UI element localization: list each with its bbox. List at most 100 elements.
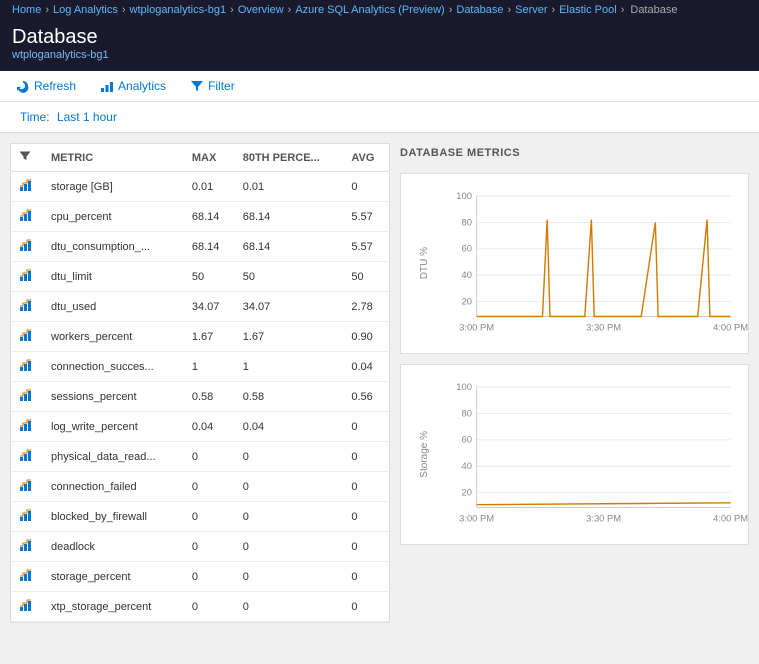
svg-text:3:00 PM: 3:00 PM	[459, 322, 494, 333]
metric-name: storage [GB]	[43, 172, 184, 202]
dtu-y-label-container: DTU %	[409, 182, 439, 345]
breadcrumb-server[interactable]: Server	[515, 4, 547, 16]
metric-80pct: 0.01	[235, 172, 344, 202]
metric-80pct: 0	[235, 502, 344, 532]
metric-max: 68.14	[184, 202, 235, 232]
metric-bar-icon	[19, 327, 35, 343]
svg-text:100: 100	[456, 381, 472, 392]
metric-max: 0	[184, 562, 235, 592]
breadcrumb-overview[interactable]: Overview	[238, 4, 284, 16]
metric-name: workers_percent	[43, 322, 184, 352]
storage-chart-wrapper: Storage % 100 80 60	[409, 373, 740, 536]
metric-name: connection_failed	[43, 472, 184, 502]
metric-avg: 0	[343, 172, 389, 202]
analytics-button[interactable]: Analytics	[96, 77, 170, 95]
table-row[interactable]: dtu_consumption_...68.1468.145.57	[11, 232, 389, 262]
storage-y-label: Storage %	[419, 431, 430, 478]
time-filter-value[interactable]: Last 1 hour	[57, 110, 117, 124]
metric-max: 68.14	[184, 232, 235, 262]
metric-max: 0	[184, 502, 235, 532]
dtu-y-label: DTU %	[419, 247, 430, 279]
table-row[interactable]: dtu_used34.0734.072.78	[11, 292, 389, 322]
refresh-icon	[16, 79, 30, 93]
breadcrumb-home[interactable]: Home	[12, 4, 41, 16]
svg-text:3:30 PM: 3:30 PM	[586, 513, 621, 524]
table-row[interactable]: connection_failed000	[11, 472, 389, 502]
col-header-80pct: 80TH PERCE...	[235, 144, 344, 172]
table-row[interactable]: blocked_by_firewall000	[11, 502, 389, 532]
svg-text:40: 40	[461, 269, 471, 280]
metric-80pct: 50	[235, 262, 344, 292]
metric-avg: 0	[343, 562, 389, 592]
metric-name: cpu_percent	[43, 202, 184, 232]
title-section: Database wtploganalytics-bg1	[0, 20, 759, 71]
metric-80pct: 0	[235, 442, 344, 472]
metric-bar-icon	[19, 507, 35, 523]
breadcrumb-log-analytics[interactable]: Log Analytics	[53, 4, 118, 16]
metric-avg: 5.57	[343, 232, 389, 262]
dtu-chart-svg-container: 100 80 60 40 20 3:00 PM 3:30 PM	[439, 182, 740, 345]
metric-name: storage_percent	[43, 562, 184, 592]
metric-max: 0	[184, 442, 235, 472]
dtu-chart-wrapper: DTU % 100 80 60 40	[409, 182, 740, 345]
top-bar: Home › Log Analytics › wtploganalytics-b…	[0, 0, 759, 20]
metric-name: physical_data_read...	[43, 442, 184, 472]
table-row[interactable]: storage [GB]0.010.010	[11, 172, 389, 202]
table-row[interactable]: xtp_storage_percent000	[11, 592, 389, 622]
metric-80pct: 1.67	[235, 322, 344, 352]
storage-chart-container: Storage % 100 80 60	[400, 364, 749, 545]
svg-text:4:00 PM: 4:00 PM	[713, 513, 748, 524]
metric-max: 1.67	[184, 322, 235, 352]
metric-avg: 50	[343, 262, 389, 292]
metric-80pct: 0	[235, 592, 344, 622]
svg-text:3:30 PM: 3:30 PM	[586, 322, 621, 333]
svg-text:4:00 PM: 4:00 PM	[713, 322, 748, 333]
metric-80pct: 0	[235, 532, 344, 562]
metric-80pct: 0.58	[235, 382, 344, 412]
svg-text:60: 60	[461, 243, 471, 254]
metric-max: 0	[184, 472, 235, 502]
filter-button[interactable]: Filter	[186, 77, 239, 95]
table-row[interactable]: log_write_percent0.040.040	[11, 412, 389, 442]
page-title: Database	[12, 26, 747, 49]
breadcrumb-current: Database	[630, 4, 677, 16]
metric-avg: 0	[343, 532, 389, 562]
table-row[interactable]: workers_percent1.671.670.90	[11, 322, 389, 352]
dtu-chart-container: DTU % 100 80 60 40	[400, 173, 749, 354]
breadcrumb-azure-sql[interactable]: Azure SQL Analytics (Preview)	[295, 4, 444, 16]
breadcrumb-database[interactable]: Database	[456, 4, 503, 16]
col-header-max: MAX	[184, 144, 235, 172]
breadcrumb: Home › Log Analytics › wtploganalytics-b…	[12, 4, 747, 16]
table-row[interactable]: deadlock000	[11, 532, 389, 562]
metric-bar-icon	[19, 357, 35, 373]
table-row[interactable]: storage_percent000	[11, 562, 389, 592]
toolbar: Refresh Analytics Filter	[0, 71, 759, 102]
metric-80pct: 0	[235, 472, 344, 502]
col-header-avg: AVG	[343, 144, 389, 172]
metric-avg: 0.04	[343, 352, 389, 382]
metric-max: 1	[184, 352, 235, 382]
table-row[interactable]: physical_data_read...000	[11, 442, 389, 472]
metric-bar-icon	[19, 297, 35, 313]
table-row[interactable]: cpu_percent68.1468.145.57	[11, 202, 389, 232]
breadcrumb-workspace[interactable]: wtploganalytics-bg1	[130, 4, 227, 16]
table-row[interactable]: sessions_percent0.580.580.56	[11, 382, 389, 412]
metric-max: 50	[184, 262, 235, 292]
time-filter-bar: Time: Last 1 hour	[0, 102, 759, 133]
metric-max: 0.58	[184, 382, 235, 412]
refresh-button[interactable]: Refresh	[12, 77, 80, 95]
metric-bar-icon	[19, 237, 35, 253]
svg-text:80: 80	[461, 216, 471, 227]
table-row[interactable]: connection_succes...110.04	[11, 352, 389, 382]
metrics-table-container: METRIC MAX 80TH PERCE... AVG storage [GB…	[10, 143, 390, 623]
metric-avg: 0	[343, 592, 389, 622]
breadcrumb-elastic-pool[interactable]: Elastic Pool	[559, 4, 616, 16]
metric-bar-icon	[19, 447, 35, 463]
metric-bar-icon	[19, 267, 35, 283]
svg-text:60: 60	[461, 434, 471, 445]
metric-avg: 0	[343, 442, 389, 472]
table-row[interactable]: dtu_limit505050	[11, 262, 389, 292]
metric-bar-icon	[19, 477, 35, 493]
metric-max: 0.01	[184, 172, 235, 202]
table-filter-icon[interactable]	[19, 150, 31, 162]
